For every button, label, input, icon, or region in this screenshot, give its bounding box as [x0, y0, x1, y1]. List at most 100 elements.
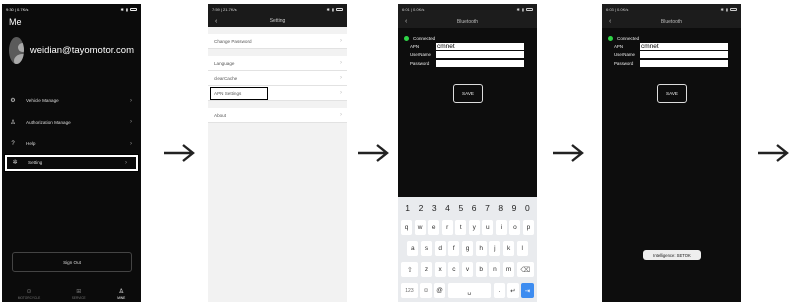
password-row: Password — [608, 59, 736, 68]
done-key-icon[interactable]: ⇥ — [521, 283, 534, 298]
key-3[interactable]: 3 — [432, 203, 437, 213]
status-icons: ✱ ▮ — [326, 7, 343, 12]
key-5[interactable]: 5 — [458, 203, 463, 213]
key-l[interactable]: l — [516, 241, 528, 256]
key-m[interactable]: m — [502, 262, 515, 277]
key-q[interactable]: q — [401, 220, 413, 235]
setting-item-apn-settings[interactable]: APN Settings › — [208, 86, 347, 101]
key-x[interactable]: x — [434, 262, 446, 277]
tab-label: MINE — [117, 296, 126, 300]
apn-input[interactable]: cmnet — [640, 42, 728, 50]
apn-input[interactable]: cmnet — [436, 42, 524, 50]
key-n[interactable]: n — [489, 262, 501, 277]
key-r[interactable]: r — [441, 220, 453, 235]
status-time: 6:03 | 0.0K/s — [606, 7, 629, 12]
apn-label: APN — [614, 43, 624, 49]
setting-item-clear-cache[interactable]: clearCache › — [208, 71, 347, 86]
connected-dot-icon — [404, 36, 409, 41]
bottom-tab-bar: ⊙ MOTORCYCLE ⊞ SERVICE ♙ MINE — [2, 280, 141, 302]
back-icon[interactable]: ‹ — [405, 18, 407, 25]
username-label: UserName — [614, 52, 635, 58]
username-input[interactable] — [640, 51, 728, 59]
status-icons: ✱ ▮ — [120, 7, 137, 12]
page-title: Setting — [269, 18, 286, 24]
tab-label: SERVICE — [71, 296, 86, 300]
key-row-3: ⇧ z x c v b n m ⌫ — [401, 262, 534, 277]
menu-item-help[interactable]: ? Help › — [2, 133, 141, 155]
save-button[interactable]: SAVE — [657, 83, 687, 103]
signal-icon: ▮ — [125, 7, 128, 12]
status-label: Connected — [617, 36, 640, 41]
profile-header[interactable]: weidian@tayomotor.com — [2, 29, 141, 72]
tab-motorcycle[interactable]: ⊙ MOTORCYCLE — [18, 288, 40, 300]
password-input[interactable] — [640, 59, 728, 67]
apn-form: Connected APN cmnet UserName Password SAV… — [398, 28, 537, 103]
setting-item-change-password[interactable]: Change Password › — [208, 34, 347, 49]
key-d[interactable]: d — [434, 241, 446, 256]
menu-item-authorization-manage[interactable]: ♙ Authorization Manage › — [2, 112, 141, 134]
menu-item-label: Authorization Manage — [26, 119, 71, 125]
username-input[interactable] — [436, 51, 524, 59]
backspace-key-icon[interactable]: ⌫ — [516, 262, 534, 277]
key-z[interactable]: z — [420, 262, 433, 277]
key-v[interactable]: v — [461, 262, 474, 277]
save-button[interactable]: SAVE — [453, 83, 483, 103]
key-1[interactable]: 1 — [405, 203, 410, 213]
key-2[interactable]: 2 — [419, 203, 424, 213]
shift-key-icon[interactable]: ⇧ — [401, 262, 419, 277]
key-h[interactable]: h — [475, 241, 487, 256]
bluetooth-icon: ✱ — [326, 7, 330, 12]
username-row: UserName — [608, 51, 736, 60]
key-i[interactable]: i — [495, 220, 507, 235]
menu-item-setting[interactable]: ✲ Setting › — [4, 153, 139, 172]
menu-item-vehicle-manage[interactable]: ⚙ Vehicle Manage › — [2, 90, 141, 112]
sign-out-button[interactable]: Sign Out — [12, 252, 132, 272]
password-input[interactable] — [436, 59, 524, 67]
key-0[interactable]: 0 — [525, 203, 530, 213]
chevron-right-icon: › — [340, 75, 342, 81]
key-p[interactable]: p — [522, 220, 534, 235]
password-label: Password — [614, 60, 634, 66]
user-key-icon: ♙ — [10, 119, 16, 126]
space-key-icon[interactable]: ␣ — [447, 283, 492, 298]
period-key-icon[interactable]: . — [493, 283, 505, 298]
key-k[interactable]: k — [502, 241, 515, 256]
setting-item-language[interactable]: Language › — [208, 56, 347, 71]
key-w[interactable]: w — [414, 220, 426, 235]
key-u[interactable]: u — [482, 220, 494, 235]
key-c[interactable]: c — [448, 262, 460, 277]
emoji-key-icon[interactable]: ☺ — [420, 283, 432, 298]
battery-icon — [336, 8, 343, 11]
highlight-box — [210, 87, 268, 100]
at-key-icon[interactable]: @ — [434, 283, 446, 298]
key-8[interactable]: 8 — [498, 203, 503, 213]
tab-service[interactable]: ⊞ SERVICE — [72, 288, 86, 300]
key-j[interactable]: j — [489, 241, 501, 256]
password-label: Password — [410, 60, 430, 66]
key-t[interactable]: t — [455, 220, 467, 235]
menu-item-label: Vehicle Manage — [26, 98, 59, 104]
setting-item-label: About — [214, 112, 227, 118]
key-f[interactable]: f — [448, 241, 460, 256]
divider — [208, 27, 347, 34]
key-y[interactable]: y — [468, 220, 480, 235]
key-e[interactable]: e — [428, 220, 440, 235]
key-6[interactable]: 6 — [472, 203, 477, 213]
key-g[interactable]: g — [461, 241, 474, 256]
tab-mine[interactable]: ♙ MINE — [117, 288, 125, 300]
key-7[interactable]: 7 — [485, 203, 490, 213]
connection-status: Connected — [608, 36, 736, 41]
back-icon[interactable]: ‹ — [215, 18, 217, 25]
key-o[interactable]: o — [509, 220, 521, 235]
key-a[interactable]: a — [407, 241, 419, 256]
me-menu: ⚙ Vehicle Manage › ♙ Authorization Manag… — [2, 90, 141, 172]
avatar[interactable] — [9, 37, 24, 64]
key-9[interactable]: 9 — [512, 203, 517, 213]
key-s[interactable]: s — [420, 241, 433, 256]
setting-item-about[interactable]: About › — [208, 108, 347, 123]
numbers-key[interactable]: 123 — [401, 283, 418, 298]
key-4[interactable]: 4 — [445, 203, 450, 213]
enter-return-key-icon[interactable]: ↵ — [507, 283, 519, 298]
back-icon[interactable]: ‹ — [609, 18, 611, 25]
key-b[interactable]: b — [475, 262, 487, 277]
